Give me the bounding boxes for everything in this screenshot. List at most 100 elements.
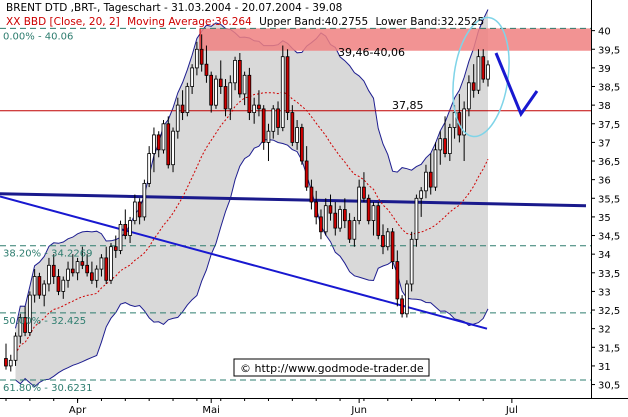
candle-down <box>328 205 333 214</box>
candle-up <box>323 205 328 233</box>
candle-down <box>113 246 118 251</box>
candle-up <box>128 220 132 236</box>
candle-down <box>381 235 385 248</box>
fib-label-382: 38.20% - 34.2269 <box>3 249 92 260</box>
candle-up <box>352 220 357 240</box>
candle-down <box>481 56 486 80</box>
x-tick-label: Jul <box>505 405 518 416</box>
candle-up <box>338 209 342 229</box>
candle-down <box>366 197 371 222</box>
candle-up <box>42 283 47 296</box>
fib-label-0: 0.00% - 40.06 <box>3 31 73 42</box>
y-tick-label: 34,5 <box>598 232 620 243</box>
candle-down <box>51 264 56 277</box>
y-tick-label: 38,5 <box>598 83 620 94</box>
candle-up <box>242 74 247 95</box>
y-tick-label: 33 <box>598 287 611 298</box>
y-tick-label: 30,5 <box>598 381 620 392</box>
y-tick-label: 40 <box>598 27 611 38</box>
candle-down <box>290 112 295 143</box>
y-tick-label: 37 <box>598 138 611 149</box>
candle-up <box>118 223 123 251</box>
candle-up <box>409 238 414 285</box>
candle-up <box>185 86 190 114</box>
y-tick-label: 32 <box>598 325 611 336</box>
y-tick-label: 39,5 <box>598 45 620 56</box>
candle-up <box>214 78 218 106</box>
indicator-lower: Lower Band:32.2525 <box>376 16 485 28</box>
candle-down <box>362 186 366 199</box>
y-tick-label: 31,5 <box>598 343 620 354</box>
candle-up <box>466 82 471 110</box>
candle-up <box>94 268 99 281</box>
y-tick-label: 32,5 <box>598 306 620 317</box>
candle-up <box>132 201 137 222</box>
indicator-ma: Moving Average:36.264 <box>127 16 252 28</box>
candle-up <box>8 359 13 367</box>
candle-down <box>261 108 266 143</box>
candle-down <box>276 108 280 128</box>
candle-down <box>304 160 309 188</box>
candle-up <box>414 197 419 240</box>
indicator-name: XX BBD [Close, 20, 2] <box>6 16 120 28</box>
candle-up <box>99 257 104 270</box>
candle-down <box>85 264 89 274</box>
copyright-label: © http://www.godmode-trader.de <box>240 362 424 375</box>
candle-down <box>390 231 395 263</box>
candle-up <box>13 335 18 361</box>
candle-down <box>80 261 85 266</box>
candle-up <box>266 130 271 143</box>
candle-down <box>137 201 142 218</box>
candle-down <box>123 223 128 236</box>
candle-up <box>371 205 376 221</box>
x-tick-label: Mai <box>202 405 220 416</box>
candle-up <box>385 231 390 248</box>
indicator-upper: Upper Band:40.2755 <box>259 16 368 28</box>
candle-up <box>142 182 147 218</box>
candle-up <box>476 56 481 91</box>
candle-up <box>175 104 180 132</box>
candle-up <box>194 48 199 69</box>
candle-up <box>280 56 285 128</box>
candle-down <box>37 276 42 296</box>
candle-up <box>66 268 70 281</box>
indicator-legend: XX BBD [Close, 20, 2] Moving Average:36.… <box>6 16 484 28</box>
y-tick-label: 35 <box>598 213 611 224</box>
candle-down <box>218 78 223 87</box>
candle-up <box>75 261 80 274</box>
fib-label-618: 61.80% - 30.6231 <box>3 383 92 394</box>
y-tick-label: 38 <box>598 101 611 112</box>
candle-down <box>166 123 171 166</box>
fib-label-50: 50.00% - 32.425 <box>3 316 86 327</box>
candle-down <box>319 216 323 233</box>
candle-down <box>180 104 185 113</box>
chart-title: BRENT DTD ,BRT-, Tageschart - 31.03.2004… <box>6 2 342 14</box>
candle-down <box>285 56 290 114</box>
candle-down <box>199 48 204 65</box>
candle-down <box>4 358 8 367</box>
candle-down <box>395 261 400 300</box>
candle-up <box>447 127 452 155</box>
candle-down <box>376 205 381 236</box>
candle-up <box>228 82 233 110</box>
candle-down <box>104 257 109 281</box>
y-tick-label: 34 <box>598 250 611 261</box>
candle-up <box>404 283 409 315</box>
candle-up <box>47 264 51 285</box>
candle-up <box>357 186 362 222</box>
candle-down <box>342 209 347 222</box>
chart-window: 30,5 31 31,5 32 32,5 33 33,5 34 34,5 35 35,5 36 36,5… <box>0 0 628 417</box>
candle-up <box>419 190 424 199</box>
candle-up <box>161 123 166 151</box>
candle-up <box>147 153 151 184</box>
candle-down <box>400 298 404 315</box>
candle-up <box>424 171 428 192</box>
y-tick-label: 36 <box>598 176 611 187</box>
x-tick-label: Jun <box>350 405 367 416</box>
candle-down <box>347 220 352 240</box>
y-tick-label: 31 <box>598 362 611 373</box>
candle-down <box>309 186 314 203</box>
candlestick-chart: 30,5 31 31,5 32 32,5 33 33,5 34 34,5 35 35,5 36 36,5… <box>0 0 628 417</box>
candle-up <box>271 108 276 132</box>
y-tick-label: 36,5 <box>598 157 620 168</box>
